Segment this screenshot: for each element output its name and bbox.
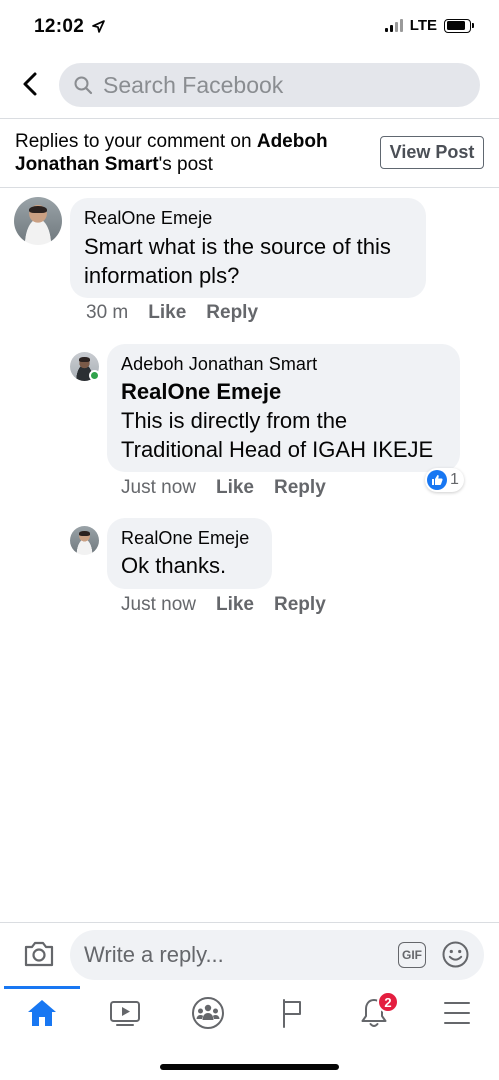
video-play-icon [110, 1001, 140, 1026]
hamburger-menu-icon [444, 1002, 470, 1024]
thumbs-up-icon [427, 470, 447, 490]
comment-actions: 30 m Like Reply [86, 302, 258, 324]
comment-actions: Just now Like Reply [121, 477, 326, 499]
tab-watch[interactable] [105, 993, 145, 1033]
search-bar[interactable] [59, 63, 480, 107]
groups-icon [192, 997, 224, 1029]
tab-groups[interactable] [188, 993, 228, 1033]
avatar[interactable] [70, 526, 99, 555]
chevron-left-icon [23, 72, 37, 96]
camera-icon [24, 941, 54, 967]
comment-text-line: Traditional Head of IGAH IKEJE [121, 437, 434, 462]
comment-text-line: information pls? [84, 263, 240, 288]
back-button[interactable] [18, 70, 42, 98]
header-divider [0, 118, 499, 119]
status-indicators: LTE [384, 17, 474, 34]
mention-tag[interactable]: RealOne Emeje [121, 378, 446, 406]
like-button[interactable]: Like [148, 302, 186, 324]
gif-button[interactable]: GIF [398, 942, 426, 968]
carrier-label: LTE [409, 17, 437, 34]
online-status-dot [89, 370, 100, 381]
home-icon [28, 1000, 56, 1026]
flag-icon [283, 999, 301, 1028]
reply-button[interactable]: Reply [274, 594, 326, 616]
comment-bubble[interactable]: RealOne Emeje Ok thanks. [107, 518, 272, 589]
notification-badge: 2 [377, 991, 399, 1013]
tab-menu[interactable] [437, 993, 477, 1033]
reaction-count: 1 [450, 471, 459, 488]
search-input[interactable] [103, 71, 443, 99]
reply-input[interactable] [84, 942, 384, 968]
reply-button[interactable]: Reply [274, 477, 326, 499]
signal-icon [384, 19, 403, 32]
page-title: Replies to your comment on Adeboh Jonath… [15, 131, 328, 175]
view-post-button[interactable]: View Post [380, 136, 484, 169]
comment-author[interactable]: RealOne Emeje [84, 208, 412, 229]
composer-divider [0, 922, 499, 923]
comment-text-line: Smart what is the source of this [84, 234, 391, 259]
comment-timestamp: Just now [121, 594, 196, 615]
emoji-icon [442, 941, 469, 968]
comment-author[interactable]: RealOne Emeje [121, 528, 258, 549]
tab-pages[interactable] [271, 993, 311, 1033]
comment-timestamp: 30 m [86, 302, 129, 323]
tab-home[interactable] [22, 993, 62, 1033]
camera-button[interactable] [22, 937, 56, 971]
comment-timestamp: Just now [121, 477, 196, 498]
battery-icon [444, 18, 474, 33]
location-arrow-icon [91, 20, 105, 33]
reaction-summary[interactable]: 1 [425, 468, 464, 492]
like-button[interactable]: Like [216, 477, 254, 499]
title-divider [0, 187, 499, 188]
active-tab-indicator [4, 986, 80, 989]
comment-actions: Just now Like Reply [121, 594, 326, 616]
emoji-button[interactable] [441, 940, 470, 969]
reply-button[interactable]: Reply [206, 302, 258, 324]
search-icon [74, 76, 93, 95]
status-time: 12:02 [34, 16, 105, 38]
like-button[interactable]: Like [216, 594, 254, 616]
comment-author[interactable]: Adeboh Jonathan Smart [121, 354, 446, 375]
comment-text-line: This is directly from the [121, 408, 348, 433]
comment-text: Ok thanks. [121, 553, 227, 578]
comment-bubble[interactable]: RealOne Emeje Smart what is the source o… [70, 198, 426, 298]
comment-bubble[interactable]: Adeboh Jonathan Smart RealOne Emeje This… [107, 344, 460, 472]
home-indicator[interactable] [160, 1064, 339, 1070]
avatar[interactable] [14, 197, 62, 245]
